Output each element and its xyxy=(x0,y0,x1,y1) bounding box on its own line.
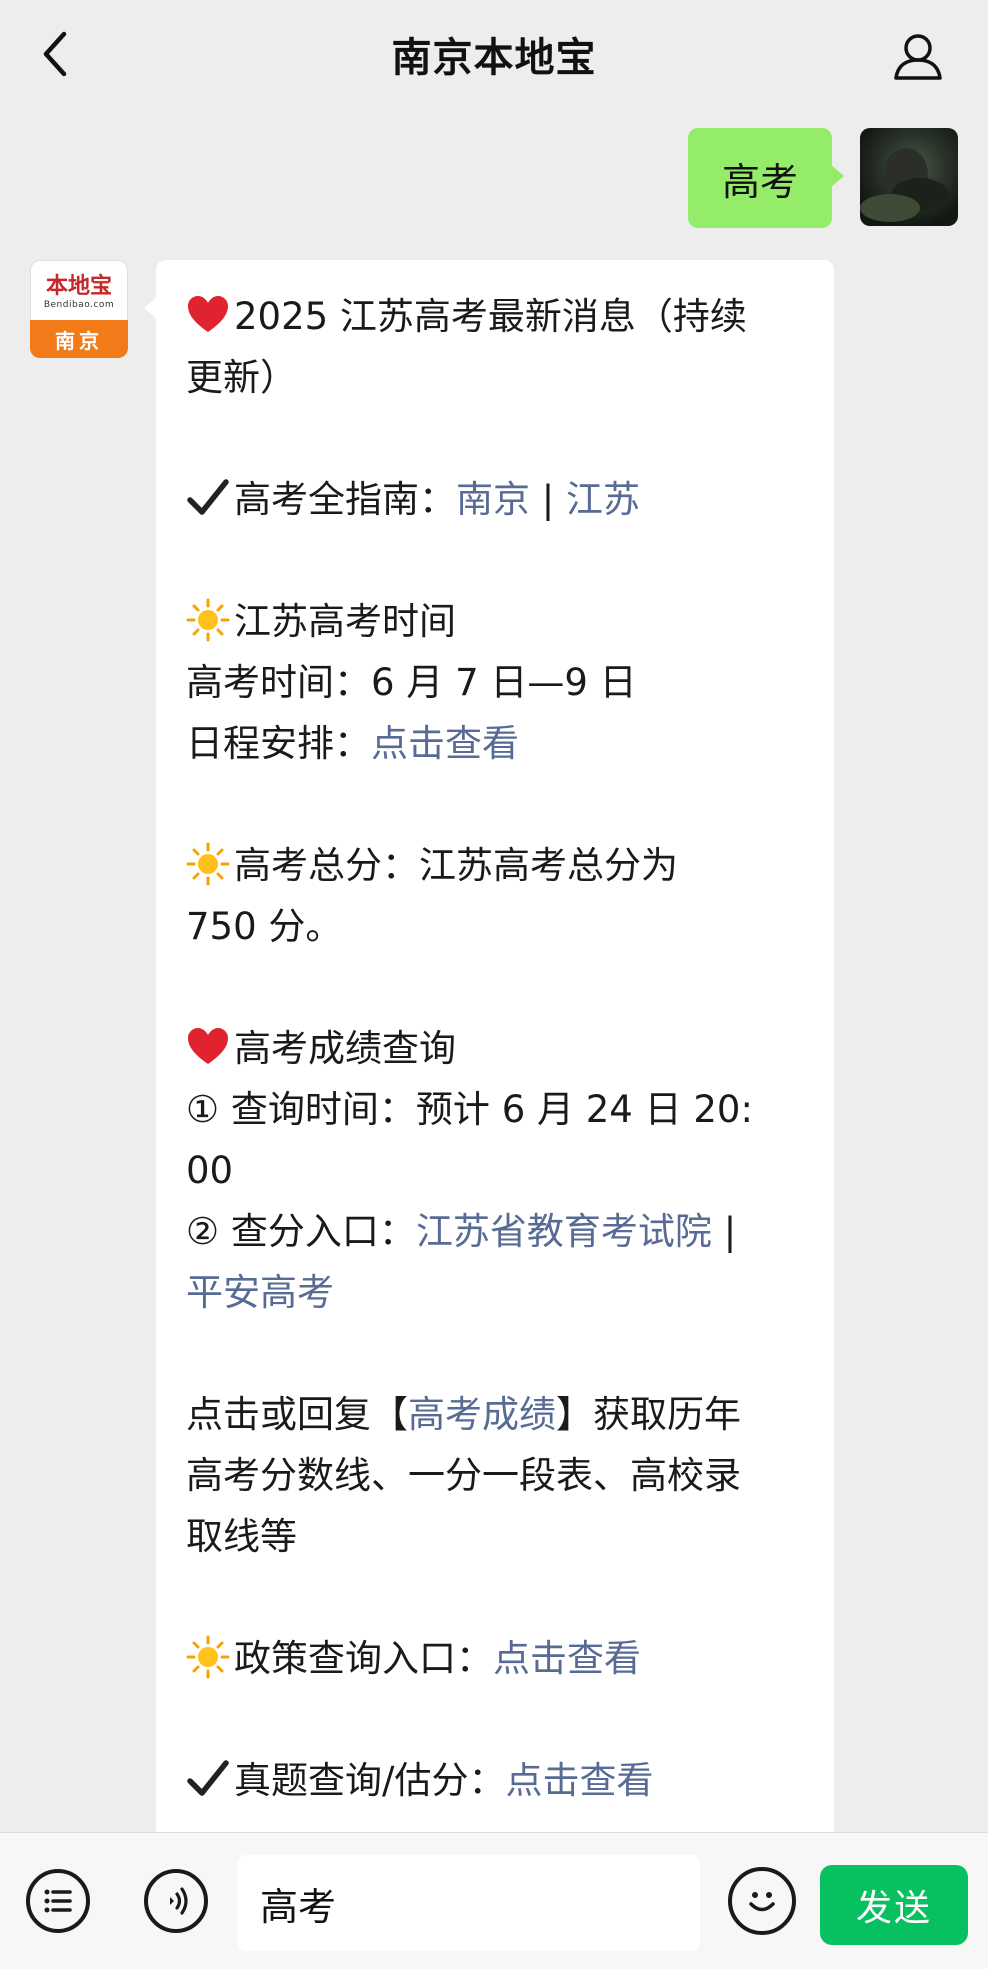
exam-query-link[interactable]: 点击查看 xyxy=(505,1759,653,1802)
profile-icon[interactable] xyxy=(890,28,946,84)
user-avatar-image xyxy=(860,148,948,222)
reply-line-3: 取线等 xyxy=(186,1515,297,1558)
guide-separator: | xyxy=(530,478,566,521)
bot-logo-sub: Bendibao.com xyxy=(43,300,115,310)
bot-message-bubble: 2025 江苏高考最新消息（持续 更新） 高考全指南：南京 | 江苏 江苏高考时… xyxy=(144,260,834,1940)
bot-logo-text: 本地宝 xyxy=(45,273,112,299)
message-title-line: 2025 江苏高考最新消息（持续 xyxy=(186,286,804,347)
checkmark-icon xyxy=(187,479,229,515)
message-title: 2025 江苏高考最新消息（持续 xyxy=(234,295,747,338)
exam-query-label: 真题查询/估分： xyxy=(234,1759,506,1802)
send-button[interactable]: 发送 xyxy=(820,1865,968,1945)
sent-message-text: 高考 xyxy=(721,159,798,204)
back-arrow-icon[interactable] xyxy=(36,28,76,80)
time-heading: 江苏高考时间 xyxy=(234,600,456,643)
heart-icon xyxy=(188,1028,228,1064)
guide-link-nanjing[interactable]: 南京 xyxy=(456,478,530,521)
time-heading-line: 江苏高考时间 xyxy=(186,591,804,652)
schedule-label: 日程安排： xyxy=(186,722,371,765)
heart-icon xyxy=(188,296,228,332)
entry-line-cont: 平安高考 xyxy=(186,1262,804,1323)
guide-label: 高考全指南： xyxy=(234,478,456,521)
chat-title: 南京本地宝 xyxy=(391,35,597,81)
list-menu-icon xyxy=(44,1889,72,1913)
sent-message-bubble[interactable]: 高考 xyxy=(688,128,844,228)
schedule-link[interactable]: 点击查看 xyxy=(371,722,519,765)
chat-header: 南京本地宝 xyxy=(0,0,988,108)
reply-suffix: 】获取历年 xyxy=(556,1393,741,1436)
bot-logo-city: 南京 xyxy=(30,320,128,358)
message-title-cont: 更新） xyxy=(186,356,297,399)
message-input[interactable]: 高考 xyxy=(238,1855,700,1951)
guide-link-jiangsu[interactable]: 江苏 xyxy=(566,478,640,521)
bot-avatar[interactable]: 本地宝 Bendibao.com 南京 xyxy=(30,260,128,358)
reply-line: 点击或回复【高考成绩】获取历年 xyxy=(186,1384,804,1445)
sun-icon xyxy=(186,598,230,642)
input-bar: 高考 发送 xyxy=(0,1832,988,1969)
reply-link-scores[interactable]: 高考成绩 xyxy=(408,1393,556,1436)
entry-link-exam-institute[interactable]: 江苏省教育考试院 xyxy=(416,1210,712,1253)
exam-query-line: 真题查询/估分：点击查看 xyxy=(186,1750,804,1811)
user-avatar[interactable] xyxy=(860,128,958,226)
query-time-cont: 00 xyxy=(186,1149,234,1192)
entry-label: ② 查分入口： xyxy=(186,1210,416,1253)
total-score-line: 高考总分：江苏高考总分为 xyxy=(186,835,804,896)
query-time: ① 查询时间：预计 6 月 24 日 20: xyxy=(186,1088,753,1131)
total-score: 高考总分：江苏高考总分为 xyxy=(234,844,678,887)
schedule-line: 日程安排：点击查看 xyxy=(186,713,804,774)
score-query-heading: 高考成绩查询 xyxy=(234,1027,456,1070)
smiley-icon xyxy=(749,1892,775,1912)
policy-link[interactable]: 点击查看 xyxy=(493,1637,641,1680)
voice-button[interactable] xyxy=(144,1869,208,1933)
sun-icon xyxy=(186,1635,230,1679)
entry-separator: | xyxy=(711,1210,737,1253)
entry-link-pingan[interactable]: 平安高考 xyxy=(186,1271,334,1314)
guide-line: 高考全指南：南京 | 江苏 xyxy=(186,469,804,530)
policy-label: 政策查询入口： xyxy=(234,1637,493,1680)
reply-prefix: 点击或回复【 xyxy=(186,1393,408,1436)
policy-line: 政策查询入口：点击查看 xyxy=(186,1628,804,1689)
checkmark-icon xyxy=(187,1760,229,1796)
reply-line-2: 高考分数线、一分一段表、高校录 xyxy=(186,1454,741,1497)
sun-icon xyxy=(186,842,230,886)
menu-button[interactable] xyxy=(26,1869,90,1933)
exam-time: 高考时间：6 月 7 日—9 日 xyxy=(186,661,637,704)
emoji-button[interactable] xyxy=(728,1867,796,1935)
score-query-heading-line: 高考成绩查询 xyxy=(186,1018,804,1079)
total-score-cont: 750 分。 xyxy=(186,905,343,948)
voice-icon xyxy=(170,1887,188,1915)
entry-line: ② 查分入口：江苏省教育考试院 | xyxy=(186,1201,804,1262)
message-input-value: 高考 xyxy=(260,1884,337,1929)
